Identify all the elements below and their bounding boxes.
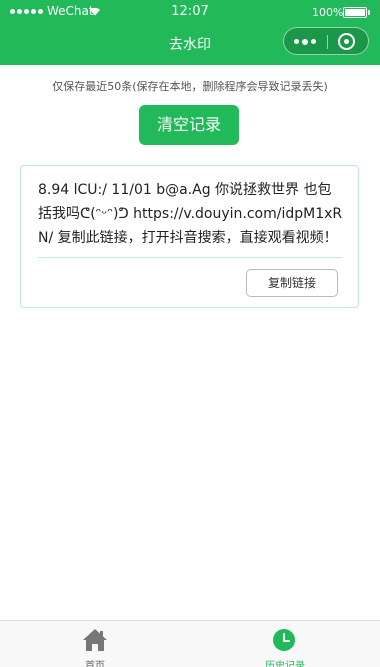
capsule-divider [327,35,328,49]
tab-home-label: 首页 [85,661,105,667]
close-miniprogram-icon[interactable] [338,33,355,50]
card-divider [38,257,342,258]
storage-tip: 仅保存最近50条(保存在本地，删除程序会导致记录丢失) [52,80,328,93]
status-bar: WeChat 12:07 100% [0,0,380,24]
home-icon [83,629,107,651]
more-icon[interactable] [294,38,316,45]
battery-icon [343,7,370,18]
tab-history-label: 历史记录 [265,661,305,667]
header: WeChat 12:07 100% 去水印 [0,0,380,65]
copy-link-button[interactable]: 复制链接 [246,269,338,297]
battery-percent: 100% [312,6,344,19]
record-text: 8.94 lCU:/ 11/01 b@a.Ag 你说拯救世界 也包括我吗ᕦ(ᵔᵕ… [38,182,343,246]
history-screen: WeChat 12:07 100% 去水印 仅保存最近50条(保存在本地，删除程… [0,0,380,667]
tab-home[interactable]: 首页 [0,621,190,667]
history-record-card: 8.94 lCU:/ 11/01 b@a.Ag 你说拯救世界 也包括我吗ᕦ(ᵔᵕ… [20,165,359,308]
clear-records-button[interactable]: 清空记录 [139,105,239,145]
miniprogram-capsule [283,27,369,55]
clock-icon [273,629,295,651]
tab-bar: 首页 历史记录 [0,620,380,667]
